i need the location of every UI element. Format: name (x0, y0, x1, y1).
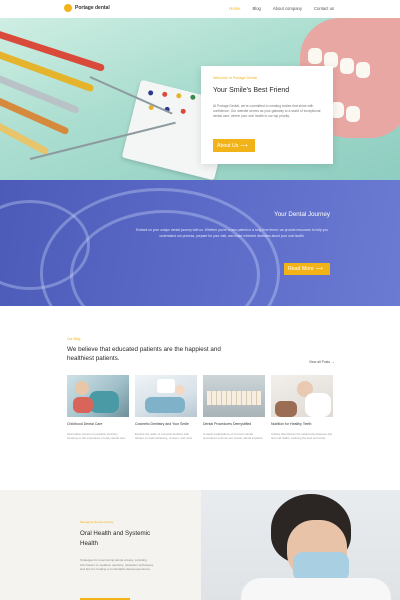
journey-title: Your Dental Journey (274, 211, 330, 218)
nav-link-contact[interactable]: Contact us (310, 4, 338, 13)
card-image (135, 375, 197, 417)
nav-link-about[interactable]: About company (269, 4, 306, 13)
hero-title: Your Smile's Best Friend (213, 87, 290, 94)
card-text: In-depth explanations of common dental p… (203, 432, 264, 440)
about-us-button[interactable]: About Us ⟶ (213, 139, 255, 152)
arrow-right-icon: ⟶ (315, 266, 324, 272)
dentist-photo (201, 490, 400, 600)
blog-card[interactable]: Dental Procedures Demystified In-depth e… (203, 375, 265, 440)
foot-title: Oral Health and Systemic Health (80, 530, 151, 547)
about-us-button-label: About Us (217, 142, 239, 149)
card-image (203, 375, 265, 417)
nav-link-blog[interactable]: Blog (248, 4, 264, 13)
card-title: Childhood Dental Care (67, 422, 103, 426)
blog-card[interactable]: Childhood Dental Care Informative conten… (67, 375, 129, 440)
hero-eyebrow: Welcome to Portage Dental (213, 76, 257, 80)
card-title: Dental Procedures Demystified (203, 422, 252, 426)
journey-text: Embark on your unique dental journey wit… (136, 228, 328, 238)
dental-journey-section: Your Dental Journey Embark on your uniqu… (0, 180, 400, 306)
read-more-button[interactable]: Read More ⟶ (284, 263, 330, 275)
card-image (271, 375, 333, 417)
read-more-button-label: Read More (288, 266, 314, 272)
view-all-label: View all Posts (309, 360, 331, 364)
blog-card[interactable]: Cosmetic Dentistry and Your Smile Explor… (135, 375, 197, 440)
card-text: Articles that discuss the relationship b… (271, 432, 333, 440)
tooth-logo-icon (64, 4, 72, 12)
arrow-right-icon: ⟶ (240, 142, 248, 149)
logo-text: Portage dental (75, 5, 110, 11)
hero-text: At Portage Dental, we're committed to cr… (213, 104, 321, 118)
blog-eyebrow: Our Blog (67, 337, 81, 341)
card-text: Informative content on pediatric dentist… (67, 432, 126, 440)
nav-links: Home Blog About company Contact us (225, 4, 338, 13)
foot-text: Strategies for overcoming dental anxiety… (80, 558, 154, 572)
card-title: Cosmetic Dentistry and Your Smile (135, 422, 189, 426)
oral-health-section: Managing Dental Anxiety Oral Health and … (0, 490, 400, 600)
card-title: Nutrition for Healthy Teeth (271, 422, 312, 426)
blog-section: Our Blog We believe that educated patien… (0, 306, 400, 490)
hero-section: Welcome to Portage Dental Your Smile's B… (0, 18, 400, 180)
blog-card[interactable]: Nutrition for Healthy Teeth Articles tha… (271, 375, 333, 440)
hero-card: Welcome to Portage Dental Your Smile's B… (201, 66, 333, 164)
site-logo[interactable]: Portage dental (64, 4, 110, 12)
arrow-right-icon: → (331, 360, 335, 364)
card-text: Explore the realm of cosmetic dentistry … (135, 432, 193, 440)
view-all-posts-link[interactable]: View all Posts → (309, 360, 334, 364)
dental-tool-image (0, 28, 106, 72)
nav-link-home[interactable]: Home (225, 4, 244, 13)
top-navigation: Portage dental Home Blog About company C… (0, 0, 400, 18)
blog-title: We believe that educated patients are th… (67, 346, 221, 362)
foot-eyebrow: Managing Dental Anxiety (80, 520, 114, 524)
card-image (67, 375, 129, 417)
